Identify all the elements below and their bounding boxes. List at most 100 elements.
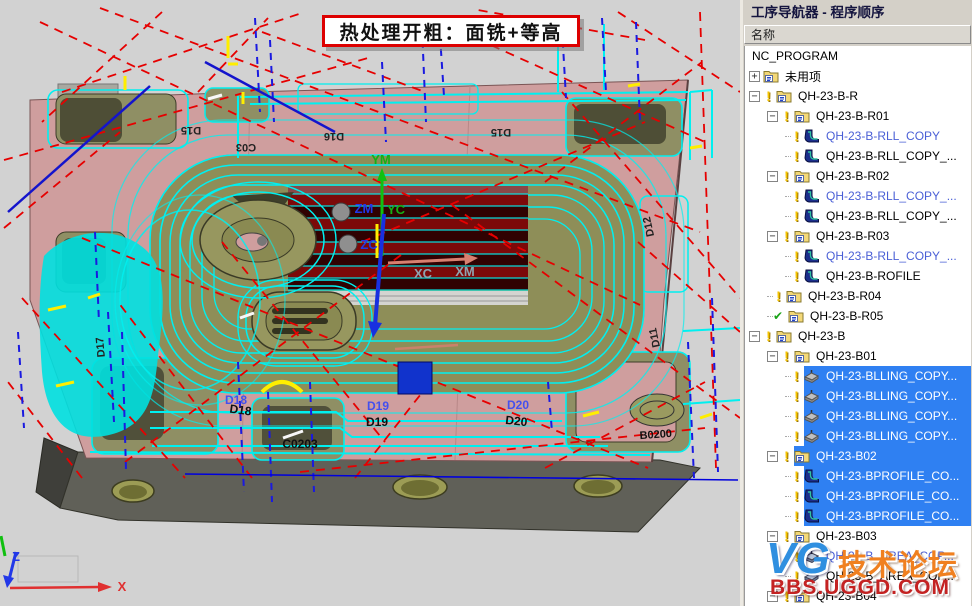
row-region: QH-23-B-RLL_COPY_... [804, 246, 971, 266]
unpostprocessed-status-icon: ! [773, 288, 784, 304]
program-folder-icon [794, 230, 810, 243]
folder-icon [776, 89, 793, 103]
tree-row[interactable]: !QH-23-BLLING_COPY... [745, 426, 971, 446]
tree-row[interactable]: ! QH-23-B-RLL_COPY_... [745, 146, 971, 166]
collapse-icon[interactable]: − [749, 91, 760, 102]
cad-label: ZM [355, 201, 374, 216]
folder-icon [776, 329, 793, 343]
tree-row[interactable]: !QH-23-B-RLL_COPY_... [745, 206, 971, 226]
tree-node-label: QH-23-B-RLL_COPY_... [823, 209, 960, 223]
tree-row[interactable]: !QH-23-B_AREA_COP... [745, 546, 971, 566]
tree-row[interactable]: ! QH-23-B-RLL_COPY [745, 126, 971, 146]
row-region: QH-23-B-RLL_COPY_... [804, 206, 971, 226]
collapse-icon[interactable]: − [767, 231, 778, 242]
tree-row[interactable]: !QH-23-BLLING_COPY... [745, 366, 971, 386]
tree-row[interactable]: !QH-23-B-RLL_COPY_... [745, 186, 971, 206]
tree-row[interactable]: −!QH-23-B-R02 [745, 166, 971, 186]
tree-node-label: QH-23-B-RLL_COPY_... [823, 249, 960, 263]
unpostprocessed-status-icon: ! [791, 508, 802, 524]
tree-row[interactable]: ✔QH-23-B-R05 [745, 306, 971, 326]
program-folder-icon [794, 110, 810, 123]
tree-node-label: QH-23-BPROFILE_CO... [823, 469, 962, 483]
graphics-viewport[interactable]: D15C03D16D15D12D11D17D18D18D19D19D20D20C… [0, 0, 740, 606]
tree-row[interactable]: !QH-23-B-ROFILE [745, 266, 971, 286]
unpostprocessed-status-icon: ! [791, 488, 802, 504]
tree-row[interactable]: !QH-23-BLLING_COPY... [745, 406, 971, 426]
cad-label: D16 [324, 130, 344, 142]
program-folder-icon [763, 70, 779, 83]
row-region: QH-23-B-R03 [794, 226, 971, 246]
collapse-icon[interactable]: − [767, 451, 778, 462]
unpostprocessed-status-icon: ! [791, 408, 802, 424]
unpostprocessed-status-icon: ! [781, 108, 792, 124]
row-region: QH-23-B04 [794, 586, 971, 606]
selected-row-region: QH-23-BLLING_COPY... [804, 426, 971, 446]
tree-row[interactable]: ! QH-23-BPROFILE_CO... [745, 486, 971, 506]
tree-row[interactable]: !QH-23-BLLING_COPY... [745, 386, 971, 406]
tree-row[interactable]: NC_PROGRAM [745, 46, 971, 66]
selected-row-region: QH-23-BPROFILE_CO... [804, 506, 971, 526]
tree-row[interactable]: + 未用项 [745, 66, 971, 86]
folder-icon [788, 309, 805, 323]
program-folder-icon [776, 90, 792, 103]
tree-row[interactable]: −!QH-23-B-R01 [745, 106, 971, 126]
program-folder-icon [794, 530, 810, 543]
tree-row[interactable]: −!QH-23-B04 [745, 586, 971, 606]
tree-node-label: QH-23-B-RLL_COPY_... [823, 149, 960, 163]
tree-node-label: QH-23-B-R04 [805, 289, 884, 303]
face-mill-operation-icon [804, 389, 819, 403]
tree-node-label: QH-23-B-R05 [807, 309, 886, 323]
tree-row[interactable]: !QH-23-B_AREA_COP... [745, 566, 971, 586]
expand-icon[interactable]: + [749, 71, 760, 82]
cad-label: D19 [367, 399, 389, 413]
row-region: QH-23-B-R02 [794, 166, 971, 186]
collapse-icon[interactable]: − [767, 111, 778, 122]
tree-row[interactable]: !QH-23-BPROFILE_CO... [745, 466, 971, 486]
tree-node-label: QH-23-B_AREA_COP... [823, 569, 957, 583]
cad-scene: D15C03D16D15D12D11D17D18D18D19D19D20D20C… [0, 0, 740, 606]
name-column-header[interactable]: 名称 [744, 25, 971, 44]
program-folder-icon [794, 350, 810, 363]
tree-node-label: QH-23-BLLING_COPY... [823, 389, 960, 403]
cad-label: XC [414, 266, 433, 281]
zlevel-operation-icon [804, 509, 819, 523]
cad-label: D18 [225, 393, 247, 407]
op-profile-icon [804, 269, 821, 283]
tree-node-label: QH-23-BPROFILE_CO... [823, 489, 962, 503]
zlevel-operation-icon [804, 249, 819, 263]
op-profile-icon [804, 469, 821, 483]
tree-row[interactable]: −!QH-23-B02 [745, 446, 971, 466]
tree-row[interactable]: −!QH-23-B-R [745, 86, 971, 106]
cad-label: D15 [491, 126, 511, 138]
tree-node-label: QH-23-B-RLL_COPY [823, 129, 943, 143]
collapse-icon[interactable]: − [767, 351, 778, 362]
tree-row[interactable]: !QH-23-BPROFILE_CO... [745, 506, 971, 526]
unpostprocessed-status-icon: ! [791, 368, 802, 384]
tree-node-label: QH-23-B03 [813, 529, 880, 543]
tree-row[interactable]: −!QH-23-B [745, 326, 971, 346]
collapse-icon[interactable]: − [749, 331, 760, 342]
unpostprocessed-status-icon: ! [781, 168, 792, 184]
collapse-icon[interactable]: − [767, 591, 778, 602]
collapse-icon[interactable]: − [767, 531, 778, 542]
cad-label: D20 [507, 398, 529, 412]
tree-row[interactable]: −!QH-23-B03 [745, 526, 971, 546]
selected-region-highlight[interactable] [398, 362, 432, 394]
zlevel-operation-icon [804, 489, 819, 503]
selected-row-region: QH-23-BLLING_COPY... [804, 386, 971, 406]
unpostprocessed-status-icon: ! [791, 128, 802, 144]
tree-row[interactable]: !QH-23-B-RLL_COPY_... [745, 246, 971, 266]
unpostprocessed-status-icon: ! [791, 548, 802, 564]
row-region: QH-23-B-R05 [788, 306, 971, 326]
folder-icon [794, 169, 811, 183]
tree-row[interactable]: −!QH-23-B-R03 [745, 226, 971, 246]
cad-label: YM [371, 152, 391, 167]
tree-node-label: QH-23-BLLING_COPY... [823, 429, 960, 443]
tree-node-label: 未用项 [782, 68, 824, 85]
collapse-icon[interactable]: − [767, 171, 778, 182]
tree-node-label: NC_PROGRAM [749, 49, 841, 63]
unpostprocessed-status-icon: ! [791, 148, 802, 164]
unpostprocessed-status-icon: ! [763, 328, 774, 344]
tree-row[interactable]: ! QH-23-B-R04 [745, 286, 971, 306]
tree-row[interactable]: −!QH-23-B01 [745, 346, 971, 366]
